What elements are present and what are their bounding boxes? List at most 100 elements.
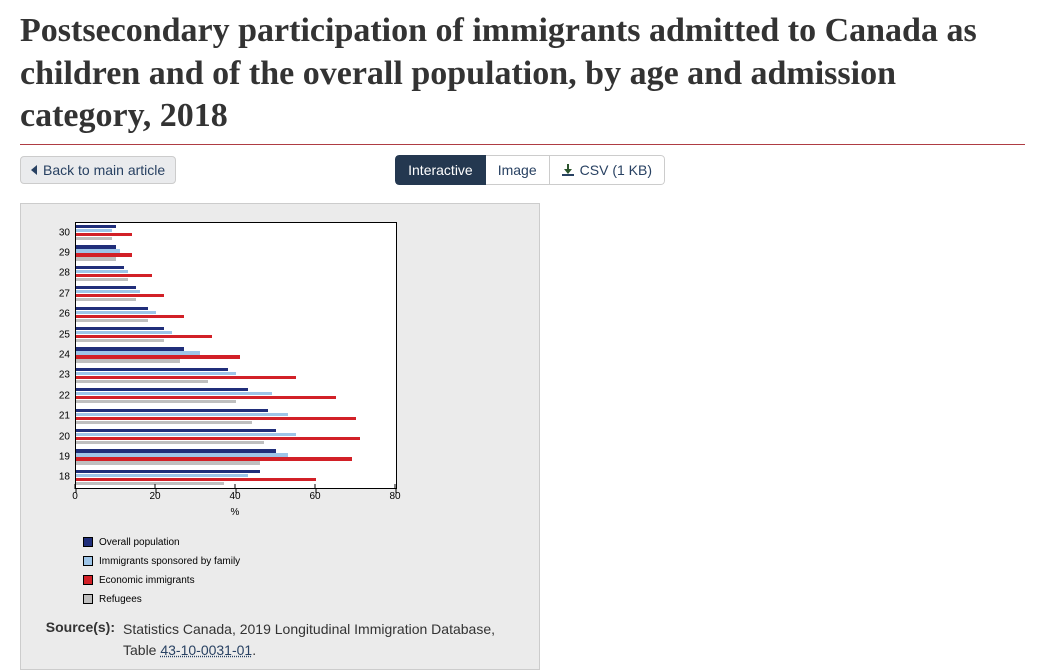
bar <box>76 368 228 371</box>
bar <box>76 409 268 412</box>
x-tick-label: 60 <box>309 491 320 502</box>
bar <box>76 278 128 281</box>
legend-label: Refugees <box>99 594 142 605</box>
legend-label: Immigrants sponsored by family <box>99 556 240 567</box>
legend-swatch-icon <box>83 537 93 547</box>
bar <box>76 257 116 260</box>
bar <box>76 253 132 256</box>
bar <box>76 270 128 273</box>
bar <box>76 245 116 248</box>
tab-interactive[interactable]: Interactive <box>395 155 486 185</box>
x-tick-label: 80 <box>389 491 400 502</box>
bar <box>76 429 276 432</box>
chart-x-axis: % 020406080 <box>75 489 395 523</box>
bar <box>76 359 180 362</box>
chevron-left-icon <box>31 165 37 175</box>
x-tick-mark <box>315 484 316 489</box>
bar <box>76 355 240 358</box>
chart-legend: Overall population Immigrants sponsored … <box>83 537 525 605</box>
legend-swatch-icon <box>83 575 93 585</box>
legend-label: Overall population <box>99 537 180 548</box>
y-tick-label: 19 <box>59 451 70 462</box>
x-tick-mark <box>235 484 236 489</box>
bar <box>76 225 116 228</box>
y-tick-label: 28 <box>59 268 70 279</box>
source-label: Source(s): <box>35 619 115 661</box>
tab-image[interactable]: Image <box>486 155 550 185</box>
bar <box>76 351 200 354</box>
page-title: Postsecondary participation of immigrant… <box>20 10 1025 138</box>
bar <box>76 286 136 289</box>
source-link[interactable]: 43-10-0031-01 <box>160 642 252 658</box>
legend-label: Economic immigrants <box>99 575 195 586</box>
back-button-label: Back to main article <box>43 162 165 178</box>
title-rule <box>20 144 1025 145</box>
y-tick-label: 23 <box>59 370 70 381</box>
legend-item-overall: Overall population <box>83 537 525 548</box>
y-tick-label: 30 <box>59 227 70 238</box>
x-tick-label: 20 <box>149 491 160 502</box>
bar <box>76 392 272 395</box>
bar <box>76 315 184 318</box>
bar <box>76 482 224 485</box>
bar <box>76 453 288 456</box>
legend-item-ref: Refugees <box>83 594 525 605</box>
y-tick-label: 24 <box>59 350 70 361</box>
bar <box>76 372 236 375</box>
bar <box>76 449 276 452</box>
source-text: Statistics Canada, 2019 Longitudinal Imm… <box>123 619 503 661</box>
y-tick-label: 18 <box>59 472 70 483</box>
x-axis-title: % <box>231 507 240 518</box>
legend-swatch-icon <box>83 594 93 604</box>
bar <box>76 437 360 440</box>
view-tabs: Interactive Image CSV (1 KB) <box>395 155 665 185</box>
chart-plot-area: 30292827262524232221201918 <box>75 222 397 489</box>
chart-card: 30292827262524232221201918 % 020406080 O… <box>20 203 540 670</box>
chart-source: Source(s): Statistics Canada, 2019 Longi… <box>35 619 525 661</box>
bar <box>76 335 212 338</box>
bar <box>76 327 164 330</box>
bar <box>76 461 260 464</box>
bar <box>76 339 164 342</box>
bar <box>76 396 336 399</box>
bar <box>76 290 140 293</box>
y-tick-label: 21 <box>59 411 70 422</box>
x-tick-label: 40 <box>229 491 240 502</box>
bar <box>76 457 352 460</box>
source-text-after: . <box>252 642 256 658</box>
bar <box>76 294 164 297</box>
bar <box>76 298 136 301</box>
toolbar: Back to main article Interactive Image C… <box>20 155 1025 185</box>
legend-item-family: Immigrants sponsored by family <box>83 556 525 567</box>
bar <box>76 474 248 477</box>
bar <box>76 417 356 420</box>
bar <box>76 388 248 391</box>
bar <box>76 331 172 334</box>
bar <box>76 307 148 310</box>
y-tick-label: 27 <box>59 288 70 299</box>
bar <box>76 249 120 252</box>
bar <box>76 470 260 473</box>
bar <box>76 421 252 424</box>
x-tick-mark <box>395 484 396 489</box>
x-tick-mark <box>155 484 156 489</box>
bar <box>76 433 296 436</box>
bar <box>76 376 296 379</box>
y-tick-label: 22 <box>59 390 70 401</box>
bar <box>76 233 132 236</box>
bar <box>76 478 316 481</box>
download-icon <box>562 164 574 176</box>
bar <box>76 311 156 314</box>
bar <box>76 274 152 277</box>
bar <box>76 319 148 322</box>
legend-item-econ: Economic immigrants <box>83 575 525 586</box>
tab-csv[interactable]: CSV (1 KB) <box>550 155 665 185</box>
y-tick-label: 25 <box>59 329 70 340</box>
y-tick-label: 26 <box>59 309 70 320</box>
x-tick-mark <box>75 484 76 489</box>
bar <box>76 229 112 232</box>
bar <box>76 400 236 403</box>
back-button[interactable]: Back to main article <box>20 156 176 184</box>
legend-swatch-icon <box>83 556 93 566</box>
bar <box>76 380 208 383</box>
